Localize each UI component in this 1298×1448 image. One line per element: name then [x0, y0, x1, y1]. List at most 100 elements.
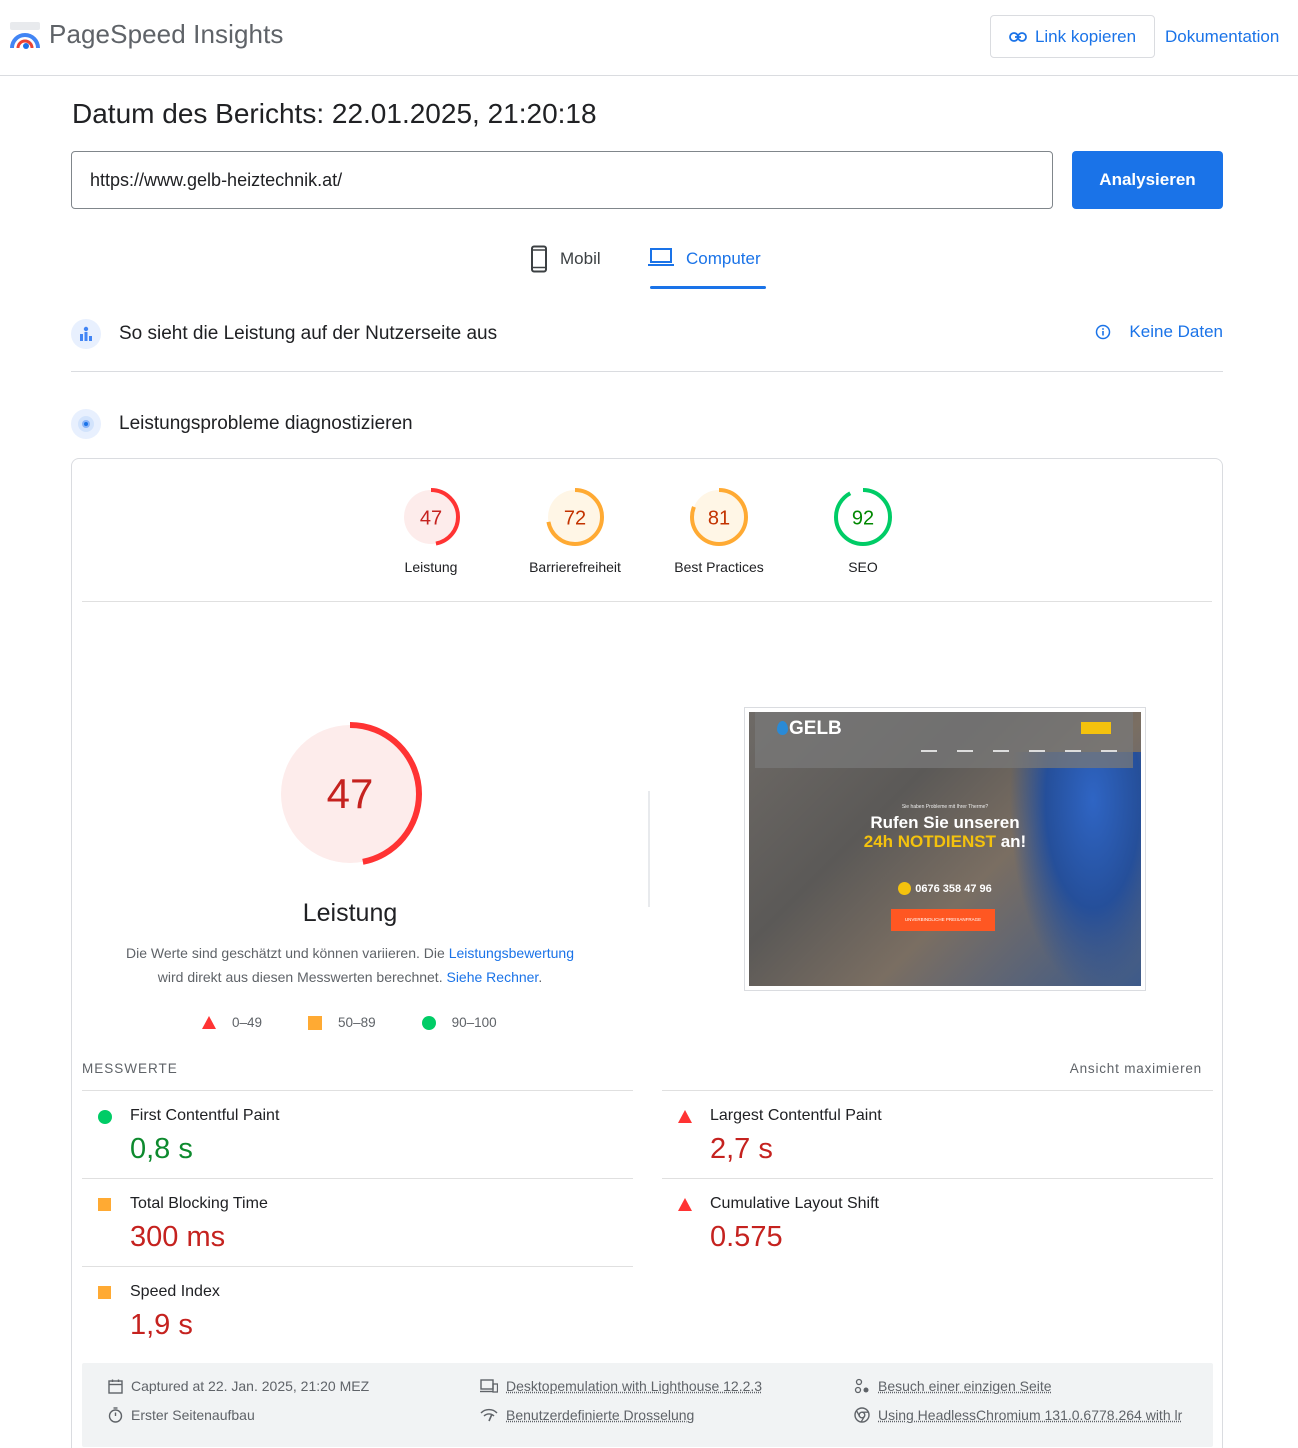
screenshot-nav: GELB: [755, 712, 1133, 768]
report-card: 47 Leistung 72 Barrierefreiheit 81 Best …: [71, 458, 1223, 1448]
metric-tbt[interactable]: Total Blocking Time 300 ms: [82, 1178, 633, 1266]
link-icon: [1009, 31, 1027, 42]
single-visit-item[interactable]: Besuch einer einzigen Seite: [854, 1378, 1052, 1394]
url-input-value: https://www.gelb-heiztechnik.at/: [90, 169, 343, 190]
metric-tbt-title: Total Blocking Time: [130, 1195, 268, 1212]
legend-average: 50–89: [308, 1015, 376, 1030]
svg-text:47: 47: [327, 770, 374, 817]
red-triangle-icon: [678, 1198, 692, 1211]
screenshot-menu: [921, 750, 1117, 752]
metric-lcp-title: Largest Contentful Paint: [710, 1107, 882, 1124]
gauge-performance-label: Leistung: [404, 559, 458, 575]
gauge-best-practices-label: Best Practices: [674, 559, 764, 575]
metric-cls[interactable]: Cumulative Layout Shift 0.575: [662, 1178, 1213, 1266]
section-divider: [71, 371, 1223, 372]
tab-desktop-label: Computer: [686, 249, 761, 268]
screenshot-worker-shape: [1009, 752, 1141, 986]
screenshot-heading-rest: an!: [996, 832, 1027, 851]
captured-item: Captured at 22. Jan. 2025, 21:20 MEZ: [108, 1378, 369, 1394]
documentation-link[interactable]: Dokumentation: [1165, 27, 1279, 47]
gauge-performance[interactable]: 47 Leistung: [366, 487, 496, 575]
screenshot-image: GELB Sie haben Probleme mit Ihrer Therme…: [749, 712, 1141, 986]
performance-score-link[interactable]: Leistungsbewertung: [449, 945, 574, 961]
metric-cls-title: Cumulative Layout Shift: [710, 1195, 879, 1212]
phone-icon: [531, 245, 547, 273]
lab-data-title: Leistungsprobleme diagnostizieren: [119, 413, 413, 434]
gauge-accessibility[interactable]: 72 Barrierefreiheit: [510, 487, 640, 575]
gauge-accessibility-ring: 72: [546, 488, 604, 546]
gauge-seo-label: SEO: [848, 559, 878, 575]
performance-title: Leistung: [302, 899, 398, 927]
expand-view-toggle[interactable]: Ansicht maximieren: [1070, 1061, 1202, 1076]
emulation-item[interactable]: Desktopemulation with Lighthouse 12.2.3: [480, 1378, 762, 1394]
metric-fcp-title: First Contentful Paint: [130, 1107, 280, 1124]
vertical-separator: [648, 791, 650, 907]
legend-pass-label: 90–100: [451, 1015, 497, 1030]
captured-text: Captured at 22. Jan. 2025, 21:20 MEZ: [131, 1378, 370, 1394]
info-icon: [1096, 324, 1111, 340]
performance-description: Die Werte sind geschätzt und können vari…: [112, 941, 588, 989]
metric-cls-value: 0.575: [710, 1221, 783, 1253]
green-circle-icon: [421, 1015, 436, 1030]
legend-fail-label: 0–49: [232, 1015, 263, 1030]
field-data-title: So sieht die Leistung auf der Nutzerseit…: [119, 323, 498, 344]
copy-link-label: Link kopieren: [1034, 26, 1137, 46]
screenshot-quote-button: UNVERBINDLICHE PREISANFRAGE: [891, 909, 995, 931]
url-input[interactable]: https://www.gelb-heiztechnik.at/: [71, 151, 1053, 209]
laptop-icon: [648, 248, 674, 266]
phone-badge-icon: [898, 882, 912, 895]
legend-average-label: 50–89: [338, 1015, 376, 1030]
field-data-section: So sieht die Leistung auf der Nutzerseit…: [71, 319, 1223, 349]
brand-title[interactable]: PageSpeed Insights: [49, 19, 284, 50]
page-screenshot[interactable]: GELB Sie haben Probleme mit Ihrer Therme…: [744, 707, 1146, 991]
tab-desktop[interactable]: Computer: [648, 245, 761, 289]
pagespeed-logo-icon[interactable]: [10, 22, 40, 52]
gauge-performance-ring: 47: [402, 488, 460, 546]
metric-fcp[interactable]: First Contentful Paint 0,8 s: [82, 1090, 633, 1178]
svg-text:92: 92: [852, 508, 874, 530]
metric-speed-index[interactable]: Speed Index 1,9 s: [82, 1266, 633, 1354]
calculator-link[interactable]: Siehe Rechner: [446, 969, 538, 985]
screenshot-top-cta: [1081, 722, 1111, 734]
metric-tbt-value: 300 ms: [130, 1221, 226, 1253]
metric-lcp[interactable]: Largest Contentful Paint 2,7 s: [662, 1090, 1213, 1178]
gauge-best-practices[interactable]: 81 Best Practices: [654, 487, 784, 575]
throttling-text: Benutzerdefinierte Drosselung: [506, 1407, 695, 1423]
red-triangle-icon: [678, 1110, 692, 1123]
metric-speed-index-title: Speed Index: [130, 1283, 220, 1300]
score-legend: 0–49 50–89 90–100: [202, 1015, 543, 1030]
svg-text:72: 72: [564, 508, 586, 530]
metrics-heading: MESSWERTE: [82, 1061, 178, 1076]
no-data-link[interactable]: Keine Daten: [1095, 322, 1223, 342]
gauge-seo[interactable]: 92 SEO: [798, 487, 928, 575]
screenshot-heading-highlight: 24h NOTDIENST: [863, 832, 996, 851]
lab-data-section: Leistungsprobleme diagnostizieren: [71, 409, 1223, 439]
initial-load-text: Erster Seitenaufbau: [131, 1407, 255, 1423]
performance-big-gauge: 47: [278, 722, 422, 866]
analyze-button[interactable]: Analysieren: [1072, 151, 1223, 209]
tab-mobile-label: Mobil: [560, 249, 601, 268]
no-data-label: Keine Daten: [1129, 322, 1223, 341]
gauge-best-practices-ring: 81: [690, 488, 748, 546]
desc-text-1: Die Werte sind geschätzt und können vari…: [125, 945, 449, 961]
screenshot-phone-number: 0676 358 47 96: [915, 883, 992, 895]
diagnose-icon: [71, 409, 101, 439]
single-visit-text: Besuch einer einzigen Seite: [878, 1378, 1052, 1394]
browser-item[interactable]: Using HeadlessChromium 131.0.6778.264 wi…: [854, 1407, 1182, 1423]
top-bar: PageSpeed Insights Link kopieren Dokumen…: [0, 0, 1298, 76]
desc-text-2: wird direkt aus diesen Messwerten berech…: [157, 969, 447, 985]
timer-icon: [108, 1407, 123, 1423]
green-circle-icon: [98, 1110, 112, 1124]
nodes-icon: [854, 1378, 869, 1394]
metric-speed-index-value: 1,9 s: [130, 1309, 193, 1341]
gauge-accessibility-label: Barrierefreiheit: [529, 559, 621, 575]
screenshot-logo-text: GELB: [789, 718, 842, 739]
throttling-item[interactable]: Benutzerdefinierte Drosselung: [480, 1407, 694, 1423]
screenshot-heading-1: Rufen Sie unseren: [870, 813, 1020, 832]
screenshot-heading: Rufen Sie unseren 24h NOTDIENST an!: [749, 813, 1141, 851]
calendar-icon: [108, 1379, 123, 1394]
tab-mobile[interactable]: Mobil: [530, 245, 601, 289]
active-tab-indicator: [650, 286, 766, 289]
copy-link-button[interactable]: Link kopieren: [990, 15, 1155, 58]
orange-square-icon: [98, 1198, 111, 1211]
